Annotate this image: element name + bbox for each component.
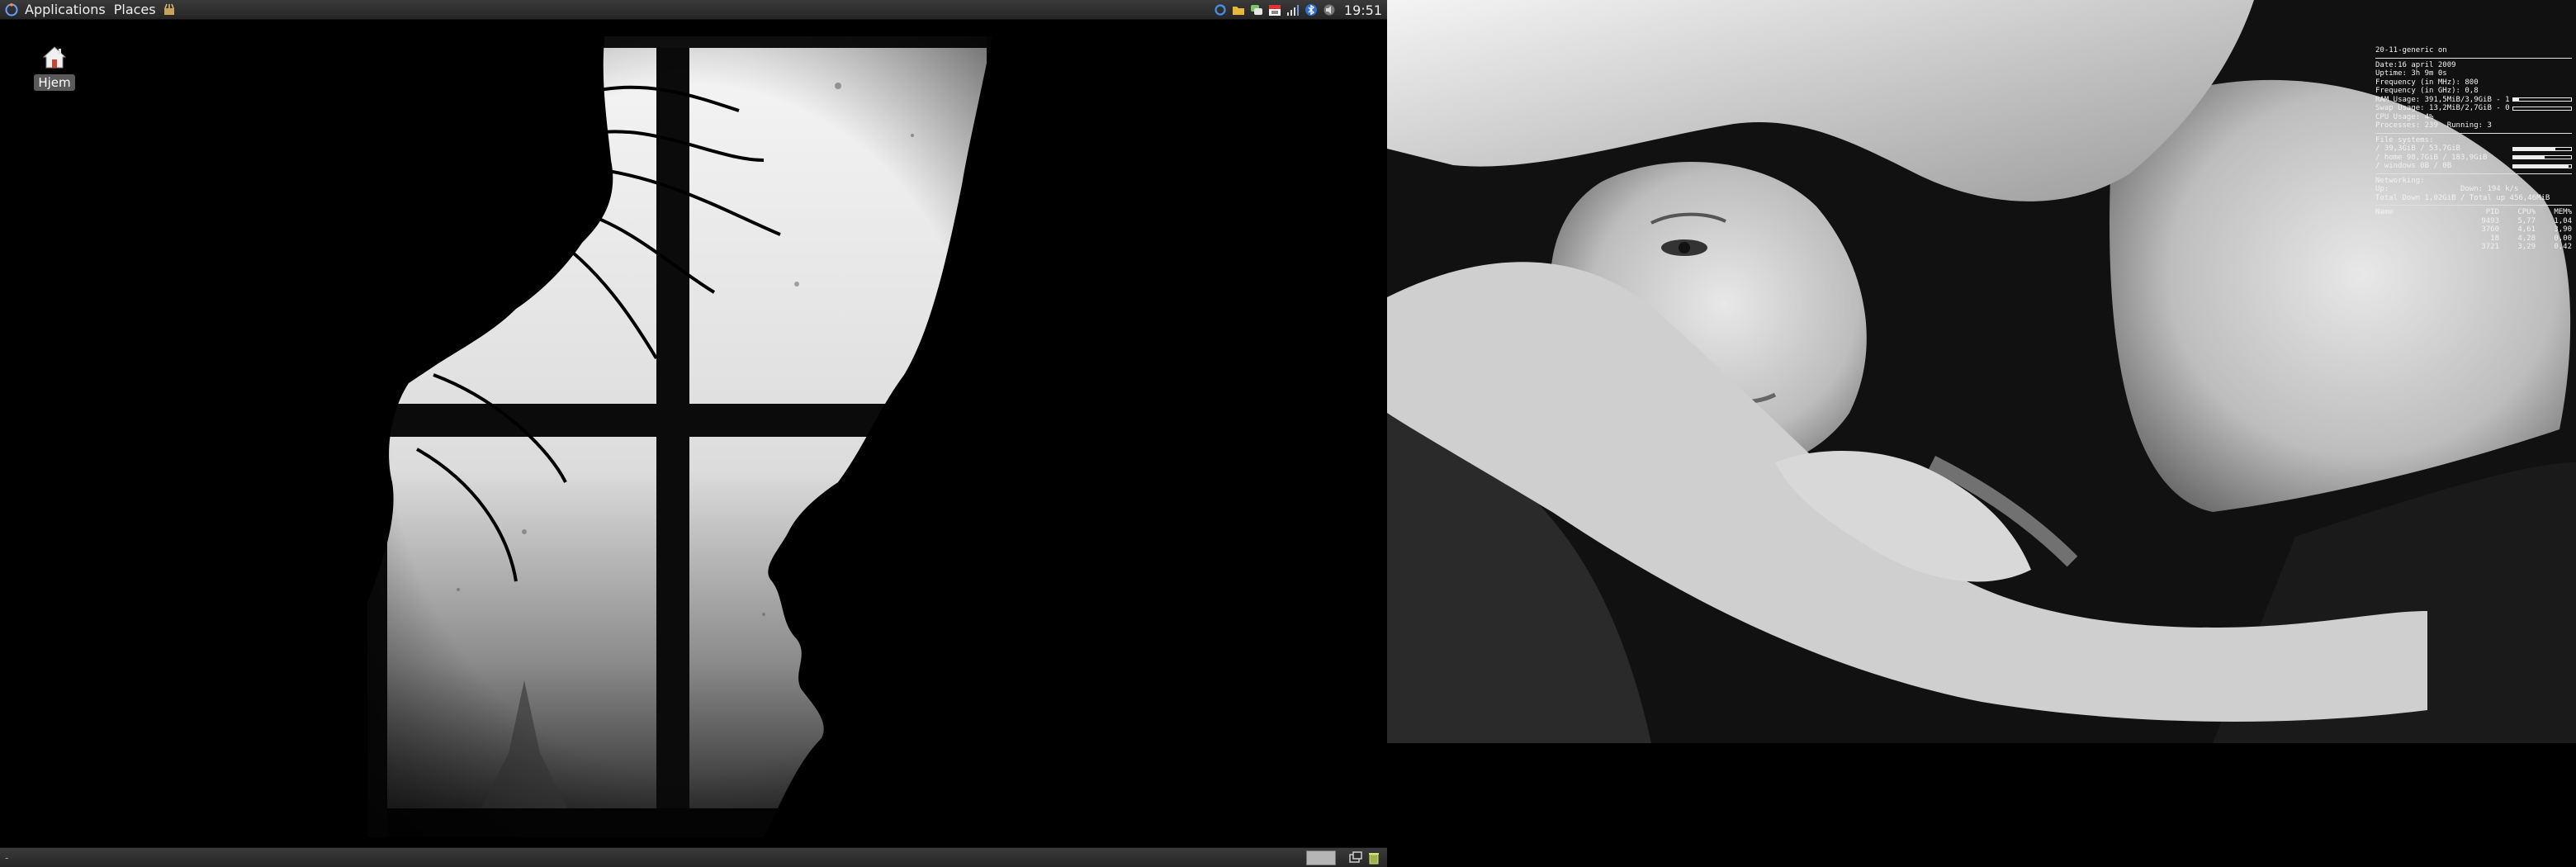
- sync-icon[interactable]: [1214, 3, 1227, 17]
- launcher-icon[interactable]: [163, 3, 176, 17]
- proc-mem: 3,90: [2554, 225, 2572, 234]
- conky-cpu-usage: CPU Usage: 4%: [2375, 112, 2434, 121]
- proc-cpu: 5,77: [2517, 216, 2536, 225]
- proc-pid: 9493: [2481, 216, 2499, 225]
- conky-process-row: 3760 4,61 3,90: [2375, 225, 2572, 235]
- proc-mem: 0,42: [2554, 243, 2572, 251]
- folder-icon[interactable]: [1232, 3, 1245, 17]
- conky-fs-bar: [2512, 155, 2572, 160]
- proc-cpu: 3,29: [2517, 243, 2536, 251]
- conky-swap-label: Swap Usage: 13,2MiB/2,7GiB - 0%: [2375, 104, 2509, 112]
- main-menu: Applications Places: [0, 0, 176, 19]
- top-panel: Applications Places 19:51: [0, 0, 1387, 20]
- conky-title: 20-11-generic on: [2375, 46, 2447, 54]
- conky-net-title: Networking:: [2375, 176, 2425, 185]
- workspace-switcher[interactable]: [1306, 850, 1336, 865]
- proc-cpu: 4,28: [2517, 234, 2536, 243]
- conky-process-row: 3721 3,29 0,42: [2375, 243, 2572, 252]
- volume-icon[interactable]: [1323, 3, 1336, 17]
- silhouette-window-wallpaper: [334, 20, 1044, 837]
- conky-fs-bar: [2512, 163, 2572, 168]
- clock[interactable]: 19:51: [1344, 2, 1382, 18]
- conky-fs-label: / windows 0B / 0B: [2375, 162, 2452, 170]
- conky-fs-label: / home 98,7GiB / 183,9GiB: [2375, 153, 2488, 162]
- ubuntu-logo-icon[interactable]: [5, 2, 18, 17]
- conky-separator: [2375, 132, 2572, 134]
- bluetooth-icon[interactable]: [1305, 3, 1318, 17]
- desktop-icon-home[interactable]: Hjem: [33, 43, 76, 91]
- notification-area: 19:51: [1214, 0, 1382, 20]
- proc-name: [2375, 217, 2463, 226]
- chat-icon[interactable]: [1250, 3, 1263, 17]
- show-desktop-icon[interactable]: [1349, 851, 1362, 865]
- proc-pid: 3760: [2481, 225, 2499, 234]
- signal-icon[interactable]: [1286, 3, 1300, 17]
- applications-menu[interactable]: Applications: [23, 2, 107, 17]
- desktop-icon-label: Hjem: [34, 74, 75, 91]
- proc-pid-header: PID: [2485, 208, 2499, 216]
- proc-mem: 0,00: [2554, 234, 2572, 243]
- left-monitor-desktop: Applications Places 19:51 Hjem -: [0, 0, 1387, 867]
- proc-name: [2375, 235, 2463, 244]
- unused-screen-area: [1387, 743, 2576, 867]
- conky-processes: Processes: 239 Running: 3: [2375, 121, 2492, 130]
- conky-system-monitor: 20-11-generic on Date:16 april 2009 Upti…: [2375, 46, 2572, 252]
- conky-fs-label: / 39,3GiB / 53,7GiB: [2375, 144, 2460, 153]
- conky-swap-row: Swap Usage: 13,2MiB/2,7GiB - 0%: [2375, 104, 2572, 113]
- proc-cpu-header: CPU%: [2517, 208, 2536, 216]
- conky-separator: [2375, 205, 2572, 206]
- conky-net-line: Up: Down: 194 k/s: [2375, 185, 2519, 193]
- calendar-icon[interactable]: [1268, 3, 1281, 17]
- conky-line: Frequency (in MHz): 800: [2375, 78, 2479, 87]
- conky-fs-title: File systems:: [2375, 135, 2434, 144]
- places-menu[interactable]: Places: [112, 2, 158, 17]
- conky-separator: [2375, 173, 2572, 174]
- conky-separator: [2375, 57, 2572, 59]
- proc-pid: 18: [2490, 234, 2499, 243]
- conky-ram-label: RAM Usage: 391,5MiB/3,9GiB - 10%: [2375, 95, 2509, 104]
- proc-pid: 3721: [2481, 243, 2499, 251]
- conky-fs-row: / 39,3GiB / 53,7GiB: [2375, 144, 2572, 154]
- conky-ram-bar: [2512, 97, 2572, 102]
- right-monitor-desktop: 20-11-generic on Date:16 april 2009 Upti…: [1387, 0, 2576, 743]
- proc-name: [2375, 225, 2463, 235]
- trash-icon[interactable]: [1367, 851, 1380, 865]
- conky-process-header: Name PID CPU% MEM%: [2375, 208, 2572, 217]
- conky-fs-row: / home 98,7GiB / 183,9GiB: [2375, 154, 2572, 163]
- conky-line: Frequency (in GHz): 0,8: [2375, 87, 2479, 95]
- conky-process-row: 18 4,28 0,00: [2375, 235, 2572, 244]
- conky-ram-row: RAM Usage: 391,5MiB/3,9GiB - 10%: [2375, 96, 2572, 105]
- proc-mem-header: MEM%: [2554, 208, 2572, 216]
- proc-mem: 1,04: [2554, 216, 2572, 225]
- home-icon: [42, 46, 67, 69]
- conky-line: Date:16 april 2009: [2375, 60, 2456, 69]
- conky-net-line: Total Down 1,02GiB / Total up 456,46MiB: [2375, 193, 2550, 202]
- conky-process-row: 9493 5,77 1,04: [2375, 217, 2572, 226]
- conky-line: Uptime: 3h 9m 0s: [2375, 69, 2447, 78]
- bottom-panel: -: [0, 847, 1387, 867]
- conky-fs-bar: [2512, 146, 2572, 151]
- conky-fs-row: / windows 0B / 0B: [2375, 162, 2572, 171]
- proc-cpu: 4,61: [2517, 225, 2536, 234]
- proc-name-header: Name: [2375, 208, 2394, 216]
- panel-handle: -: [5, 852, 9, 864]
- conky-swap-bar: [2512, 106, 2572, 111]
- proc-name: [2375, 243, 2463, 252]
